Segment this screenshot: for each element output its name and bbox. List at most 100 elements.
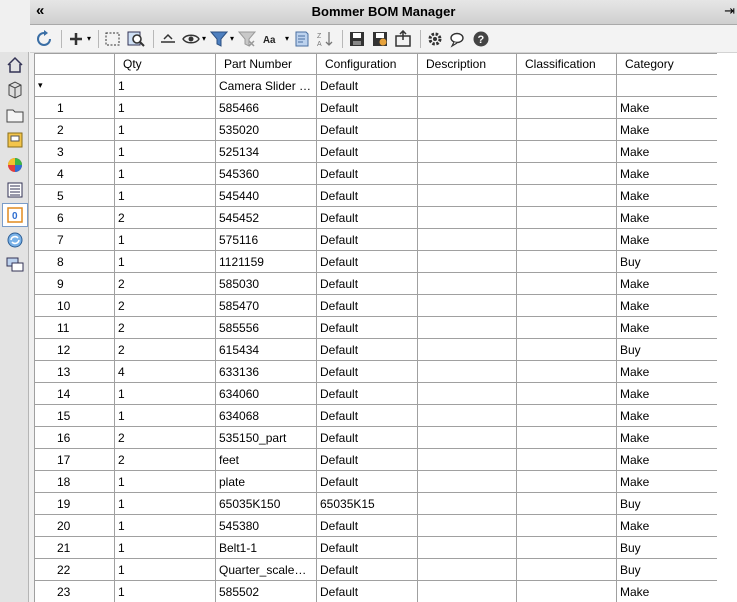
table-row[interactable]: 10 2 585470 Default Make bbox=[34, 294, 718, 317]
column-header-qty[interactable]: Qty bbox=[114, 53, 216, 75]
cell-description[interactable] bbox=[417, 206, 517, 229]
visibility-dropdown-icon[interactable]: ▾ bbox=[202, 34, 206, 43]
settings-icon[interactable] bbox=[425, 29, 445, 49]
cell-part-number[interactable]: 525134 bbox=[215, 140, 317, 163]
cell-index[interactable]: 17 bbox=[34, 448, 115, 471]
cell-classification[interactable] bbox=[516, 580, 617, 602]
cell-qty[interactable]: 1 bbox=[114, 580, 216, 602]
cell-part-number[interactable]: 615434 bbox=[215, 338, 317, 361]
cell-index[interactable]: 15 bbox=[34, 404, 115, 427]
cell-index[interactable]: 20 bbox=[34, 514, 115, 537]
cell-part-number[interactable]: 585470 bbox=[215, 294, 317, 317]
cell-description[interactable] bbox=[417, 492, 517, 515]
cell-category[interactable]: Buy bbox=[616, 250, 718, 273]
cell-qty[interactable]: 1 bbox=[114, 228, 216, 251]
column-header-category[interactable]: Category bbox=[616, 53, 718, 75]
sort-icon[interactable]: ZA bbox=[315, 29, 335, 49]
table-row[interactable]: 2 1 535020 Default Make bbox=[34, 118, 718, 141]
cell-category[interactable] bbox=[616, 74, 718, 97]
cell-qty[interactable]: 1 bbox=[114, 492, 216, 515]
cell-configuration[interactable]: Default bbox=[316, 74, 418, 97]
cell-description[interactable] bbox=[417, 536, 517, 559]
cell-part-number[interactable]: 65035K150 bbox=[215, 492, 317, 515]
cell-category[interactable]: Make bbox=[616, 360, 718, 383]
visibility-icon[interactable] bbox=[181, 29, 201, 49]
table-row[interactable]: 9 2 585030 Default Make bbox=[34, 272, 718, 295]
table-row[interactable]: 17 2 feet Default Make bbox=[34, 448, 718, 471]
cell-classification[interactable] bbox=[516, 250, 617, 273]
flatten-icon[interactable] bbox=[158, 29, 178, 49]
cell-description[interactable] bbox=[417, 338, 517, 361]
pin-icon[interactable]: ⇥ bbox=[724, 3, 735, 19]
cell-category[interactable]: Make bbox=[616, 184, 718, 207]
cell-classification[interactable] bbox=[516, 294, 617, 317]
cell-configuration[interactable]: Default bbox=[316, 338, 418, 361]
clear-filter-icon[interactable] bbox=[237, 29, 257, 49]
cell-description[interactable] bbox=[417, 404, 517, 427]
cell-classification[interactable] bbox=[516, 404, 617, 427]
cell-configuration[interactable]: Default bbox=[316, 206, 418, 229]
cell-description[interactable] bbox=[417, 140, 517, 163]
cell-part-number[interactable]: 585030 bbox=[215, 272, 317, 295]
export-icon[interactable] bbox=[393, 29, 413, 49]
table-row[interactable]: 18 1 plate Default Make bbox=[34, 470, 718, 493]
cell-description[interactable] bbox=[417, 272, 517, 295]
table-row[interactable]: 7 1 575116 Default Make bbox=[34, 228, 718, 251]
cell-category[interactable]: Make bbox=[616, 206, 718, 229]
cell-classification[interactable] bbox=[516, 338, 617, 361]
cell-configuration[interactable]: Default bbox=[316, 294, 418, 317]
cell-part-number[interactable]: 545452 bbox=[215, 206, 317, 229]
table-row[interactable]: 14 1 634060 Default Make bbox=[34, 382, 718, 405]
cell-classification[interactable] bbox=[516, 206, 617, 229]
root-row[interactable]: ▾ 1 Camera Slider rev... Default bbox=[34, 74, 718, 97]
cell-description[interactable] bbox=[417, 294, 517, 317]
cell-index[interactable]: 22 bbox=[34, 558, 115, 581]
cell-category[interactable]: Make bbox=[616, 470, 718, 493]
cell-classification[interactable] bbox=[516, 382, 617, 405]
properties-icon[interactable] bbox=[2, 178, 28, 202]
table-row[interactable]: 21 1 Belt1-1 Default Buy bbox=[34, 536, 718, 559]
select-rectangle-icon[interactable] bbox=[103, 29, 123, 49]
cell-category[interactable]: Make bbox=[616, 294, 718, 317]
column-header-classification[interactable]: Classification bbox=[516, 53, 617, 75]
table-row[interactable]: 12 2 615434 Default Buy bbox=[34, 338, 718, 361]
cell-category[interactable]: Buy bbox=[616, 338, 718, 361]
cell-index[interactable]: 7 bbox=[34, 228, 115, 251]
cell-classification[interactable] bbox=[516, 272, 617, 295]
column-header-index[interactable] bbox=[34, 53, 115, 75]
bom-manager-icon[interactable]: 0 bbox=[2, 203, 28, 227]
expand-collapse-icon[interactable]: ▾ bbox=[34, 74, 115, 97]
cell-classification[interactable] bbox=[516, 514, 617, 537]
cell-qty[interactable]: 2 bbox=[114, 448, 216, 471]
cell-qty[interactable]: 1 bbox=[114, 118, 216, 141]
cell-category[interactable]: Make bbox=[616, 316, 718, 339]
cell-category[interactable]: Make bbox=[616, 228, 718, 251]
table-row[interactable]: 1 1 585466 Default Make bbox=[34, 96, 718, 119]
cell-configuration[interactable]: Default bbox=[316, 272, 418, 295]
cell-classification[interactable] bbox=[516, 360, 617, 383]
save-as-icon[interactable] bbox=[370, 29, 390, 49]
cell-qty[interactable]: 1 bbox=[114, 250, 216, 273]
comments-icon[interactable] bbox=[2, 253, 28, 277]
cell-index[interactable]: 2 bbox=[34, 118, 115, 141]
notebook-icon[interactable] bbox=[292, 29, 312, 49]
cell-index[interactable]: 11 bbox=[34, 316, 115, 339]
cell-part-number[interactable]: 585466 bbox=[215, 96, 317, 119]
cell-qty[interactable]: 1 bbox=[114, 558, 216, 581]
cell-category[interactable]: Make bbox=[616, 514, 718, 537]
cell-qty[interactable]: 1 bbox=[114, 162, 216, 185]
cell-description[interactable] bbox=[417, 360, 517, 383]
cell-qty[interactable]: 2 bbox=[114, 426, 216, 449]
find-icon[interactable] bbox=[126, 29, 146, 49]
save-icon[interactable] bbox=[347, 29, 367, 49]
cell-part-number[interactable]: 535150_part bbox=[215, 426, 317, 449]
cell-qty[interactable]: 2 bbox=[114, 206, 216, 229]
cell-configuration[interactable]: Default bbox=[316, 250, 418, 273]
cell-part-number[interactable]: Quarter_scale_se... bbox=[215, 558, 317, 581]
cell-description[interactable] bbox=[417, 162, 517, 185]
cell-configuration[interactable]: Default bbox=[316, 580, 418, 602]
drawing-icon[interactable] bbox=[2, 128, 28, 152]
cell-configuration[interactable]: Default bbox=[316, 316, 418, 339]
parts-icon[interactable] bbox=[2, 78, 28, 102]
cell-configuration[interactable]: Default bbox=[316, 514, 418, 537]
